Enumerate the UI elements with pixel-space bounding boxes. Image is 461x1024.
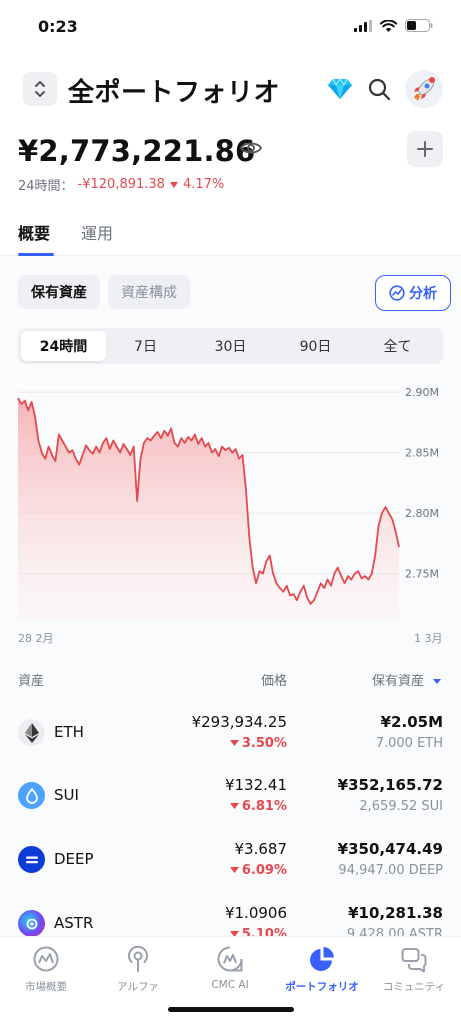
portfolio-switch-button[interactable] (23, 72, 57, 106)
range-30d[interactable]: 30日 (188, 331, 273, 361)
y-tick-label: 2.80M (405, 507, 439, 520)
range-7d[interactable]: 7日 (103, 331, 188, 361)
tab-operations[interactable]: 運用 (81, 220, 113, 244)
asset-symbol: ASTR (54, 914, 94, 932)
nav-label: ポートフォリオ (285, 981, 359, 993)
x-start-label: 28 2月 (18, 632, 54, 645)
analyze-label: 分析 (409, 286, 437, 302)
nav-label: 市場概要 (25, 981, 67, 993)
nav-cmc-ai[interactable]: CMC AI (184, 945, 276, 991)
range-24h[interactable]: 24時間 (21, 331, 106, 361)
portfolio-pie-icon (310, 947, 334, 971)
community-icon (401, 948, 427, 973)
section-tabs: 概要 運用 (0, 218, 461, 256)
avatar[interactable] (405, 70, 443, 108)
chart-area (18, 398, 399, 620)
home-indicator (168, 1007, 294, 1012)
asset-value: ¥350,474.49 (337, 840, 443, 858)
market-icon (33, 946, 59, 972)
col-holdings-label: 保有資産 (372, 674, 425, 689)
asset-value: ¥352,165.72 (337, 776, 443, 794)
header-actions (327, 70, 443, 108)
ethereum-icon (18, 719, 45, 746)
deep-icon (18, 846, 45, 873)
asset-symbol: SUI (54, 786, 79, 804)
analytics-icon (389, 285, 405, 301)
asset-change-value: 6.09% (241, 863, 287, 878)
asset-price: ¥293,934.25 (191, 713, 287, 731)
asset-change-value: 3.50% (241, 736, 287, 751)
y-tick-label: 2.90M (405, 386, 439, 399)
overview-panel: 保有資産 資産構成 分析 24時間 7日 30日 90日 全て 2.90M 2.8… (0, 256, 461, 942)
y-tick-label: 2.85M (405, 447, 439, 460)
col-asset: 資産 (18, 674, 45, 689)
asset-row-deep[interactable]: DEEP ¥3.687 6.09% ¥350,474.49 94,947.00 … (0, 840, 461, 902)
portfolio-balance: ¥2,773,221.86 (18, 134, 256, 168)
asset-row-sui[interactable]: SUI ¥132.41 6.81% ¥352,165.72 2,659.52 S… (0, 776, 461, 838)
change-label: 24時間： (18, 179, 74, 194)
nav-alpha[interactable]: アルファ (92, 945, 184, 994)
y-tick-label: 2.75M (405, 568, 439, 581)
col-price: 価格 (261, 674, 288, 689)
portfolio-chart[interactable]: 2.90M 2.85M 2.80M 2.75M (0, 380, 461, 620)
asset-price: ¥1.0906 (224, 904, 287, 922)
asset-symbol: ETH (54, 723, 84, 741)
alpha-icon (128, 945, 148, 972)
col-holdings[interactable]: 保有資産 (372, 670, 442, 689)
page-title: 全ポートフォリオ (68, 78, 281, 108)
wifi-icon (380, 19, 397, 32)
nav-label: コミュニティ (382, 981, 446, 993)
status-bar: 0:23 (0, 0, 461, 50)
tab-overview[interactable]: 概要 (18, 220, 50, 244)
asset-row-eth[interactable]: ETH ¥293,934.25 3.50% ¥2.05M 7.000 ETH (0, 713, 461, 775)
asset-amount: 2,659.52 SUI (359, 799, 443, 814)
chart-y-ticks: 2.90M 2.85M 2.80M 2.75M (405, 386, 439, 580)
search-icon[interactable] (367, 77, 391, 101)
add-button[interactable] (407, 131, 443, 167)
plus-icon (417, 141, 433, 157)
nav-community[interactable]: コミュニティ (368, 945, 460, 994)
range-all[interactable]: 全て (355, 331, 440, 361)
24h-change-row: 24時間： -¥120,891.38 4.17% (18, 175, 224, 194)
chip-holdings[interactable]: 保有資産 (18, 275, 100, 309)
asset-change: 3.50% (229, 736, 287, 751)
diamond-icon[interactable] (327, 78, 353, 100)
nav-market[interactable]: 市場概要 (0, 945, 92, 994)
asset-value: ¥10,281.38 (348, 904, 443, 922)
asset-price: ¥132.41 (224, 776, 287, 794)
nav-label: アルファ (117, 981, 159, 993)
chip-allocation[interactable]: 資産構成 (108, 275, 190, 309)
cmc-ai-icon (217, 946, 243, 972)
chevron-up-down-icon (35, 81, 45, 97)
range-90d[interactable]: 90日 (273, 331, 358, 361)
x-end-label: 1 3月 (414, 632, 443, 645)
analyze-button[interactable]: 分析 (375, 275, 451, 311)
sort-down-icon (433, 679, 442, 684)
status-time: 0:23 (38, 17, 78, 36)
status-icons (354, 19, 433, 32)
triangle-down-icon (169, 181, 178, 188)
asset-change: 6.09% (229, 863, 287, 878)
nav-label: CMC AI (211, 979, 249, 991)
astar-icon (18, 910, 45, 937)
eye-icon[interactable] (240, 140, 262, 156)
rocket-icon (414, 77, 435, 101)
asset-value: ¥2.05M (380, 713, 443, 731)
change-amount: -¥120,891.38 (77, 177, 165, 192)
nav-portfolio[interactable]: ポートフォリオ (276, 945, 368, 994)
asset-change: 6.81% (229, 799, 287, 814)
asset-price: ¥3.687 (234, 840, 288, 858)
header: 全ポートフォリオ (0, 66, 461, 114)
change-percent: 4.17% (182, 177, 225, 192)
sui-icon (18, 782, 45, 809)
asset-amount: 94,947.00 DEEP (338, 863, 443, 878)
time-range-selector: 24時間 7日 30日 90日 全て (18, 328, 443, 364)
asset-change-value: 6.81% (241, 799, 287, 814)
asset-symbol: DEEP (54, 850, 94, 868)
signal-icon (354, 19, 372, 32)
battery-icon (405, 19, 433, 32)
asset-amount: 7.000 ETH (375, 736, 443, 751)
